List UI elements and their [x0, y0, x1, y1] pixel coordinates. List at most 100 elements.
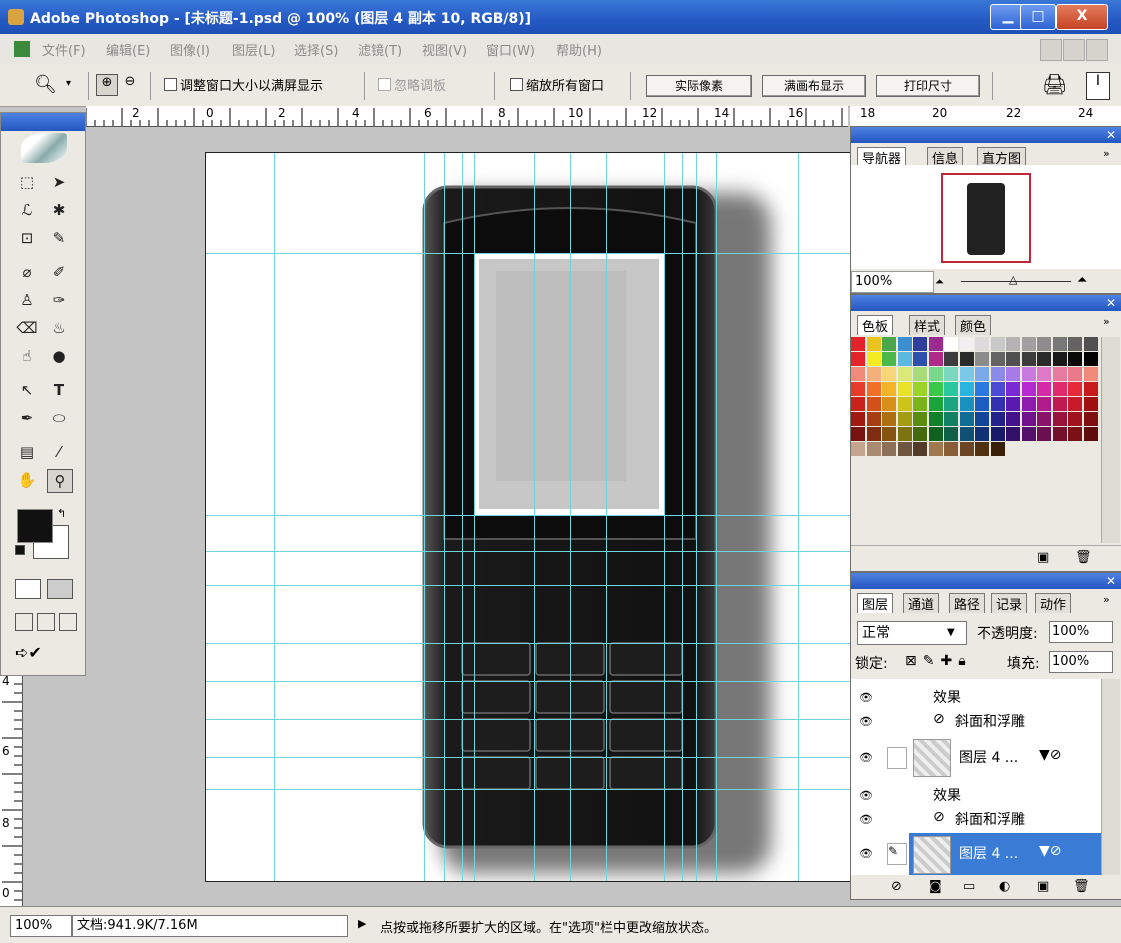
color-swatch[interactable]: [851, 427, 865, 441]
eye-icon[interactable]: 👁︎: [859, 691, 875, 704]
color-swatch[interactable]: [1021, 397, 1036, 411]
fit-window-checkbox[interactable]: [164, 78, 177, 91]
color-swatch[interactable]: [1083, 352, 1098, 366]
color-swatch[interactable]: [928, 397, 943, 411]
color-swatch[interactable]: [959, 352, 974, 366]
color-swatch[interactable]: [928, 382, 943, 396]
tab-history[interactable]: 记录: [991, 593, 1028, 613]
color-swatch[interactable]: [882, 337, 896, 351]
eye-icon[interactable]: 👁︎: [859, 847, 875, 860]
color-swatch[interactable]: [897, 442, 912, 456]
color-swatch[interactable]: [959, 442, 974, 456]
color-swatch[interactable]: [975, 367, 989, 381]
swatches-scrollbar[interactable]: [1101, 337, 1120, 543]
color-swatch[interactable]: [897, 397, 912, 411]
color-swatch[interactable]: [1037, 427, 1051, 441]
color-swatch[interactable]: [1052, 382, 1067, 396]
color-swatch[interactable]: [1068, 337, 1082, 351]
eye-icon[interactable]: 👁︎: [859, 715, 875, 728]
color-swatch[interactable]: [1083, 382, 1098, 396]
color-swatch[interactable]: [944, 382, 958, 396]
color-swatch[interactable]: [959, 337, 974, 351]
color-swatch[interactable]: [944, 442, 958, 456]
swatch-grid[interactable]: [851, 337, 1099, 457]
new-group-icon[interactable]: ▭: [963, 879, 975, 894]
tab-paths[interactable]: 路径: [949, 593, 986, 613]
tab-actions[interactable]: 动作: [1035, 593, 1072, 613]
menu-layer[interactable]: 图层(L): [232, 40, 275, 59]
color-swatch[interactable]: [897, 412, 912, 426]
tab-color[interactable]: 颜色: [955, 315, 992, 335]
color-swatch[interactable]: [990, 367, 1005, 381]
magic-wand-icon[interactable]: ✱: [47, 199, 71, 221]
zoom-all-checkbox[interactable]: [510, 78, 523, 91]
doc-close-button[interactable]: [1086, 39, 1108, 61]
print-size-button[interactable]: 打印尺寸: [876, 75, 980, 97]
color-swatch[interactable]: [882, 352, 896, 366]
color-swatch[interactable]: [1052, 412, 1067, 426]
color-swatch[interactable]: [866, 337, 881, 351]
document-size[interactable]: 文档:941.9K/7.16M: [72, 915, 348, 937]
menu-view[interactable]: 视图(V): [422, 40, 467, 59]
color-swatch[interactable]: [1006, 427, 1020, 441]
navigator-zoom-field[interactable]: 100%: [851, 271, 934, 293]
blur-tool-icon[interactable]: ☝: [15, 345, 39, 367]
color-swatch[interactable]: [851, 412, 865, 426]
ellipse-tool-icon[interactable]: ⬭: [47, 407, 71, 429]
color-swatch[interactable]: [1021, 412, 1036, 426]
color-swatch[interactable]: [1068, 367, 1082, 381]
color-swatch[interactable]: [990, 337, 1005, 351]
color-swatch[interactable]: [882, 412, 896, 426]
color-swatch[interactable]: [990, 412, 1005, 426]
color-swatch[interactable]: [928, 442, 943, 456]
color-swatch[interactable]: [851, 397, 865, 411]
layer-effect-row[interactable]: 👁︎ ⊘ 斜面和浮雕: [851, 709, 1103, 733]
menu-edit[interactable]: 编辑(E): [106, 40, 150, 59]
clone-stamp-icon[interactable]: ♙: [15, 289, 39, 311]
color-swatch[interactable]: [1068, 382, 1082, 396]
color-swatch[interactable]: [882, 382, 896, 396]
color-swatch[interactable]: [975, 442, 989, 456]
color-swatch[interactable]: [866, 397, 881, 411]
layer-row[interactable]: 👁︎ 图层 4 ... ▼⊘: [851, 737, 1103, 779]
panel-close-icon[interactable]: ✕: [851, 127, 1121, 143]
color-swatch[interactable]: [1006, 412, 1020, 426]
color-swatch[interactable]: [866, 442, 881, 456]
adjustment-layer-icon[interactable]: ◐: [999, 879, 1010, 894]
color-swatch[interactable]: [897, 352, 912, 366]
hand-tool-icon[interactable]: ✋: [15, 469, 39, 491]
feather-logo-icon[interactable]: [21, 133, 67, 163]
color-swatch[interactable]: [975, 397, 989, 411]
opacity-field[interactable]: 100%: [1049, 621, 1113, 643]
color-swatch[interactable]: [990, 442, 1005, 456]
color-swatch[interactable]: [975, 352, 989, 366]
trash-icon[interactable]: 🗑︎: [1073, 879, 1090, 894]
path-select-icon[interactable]: ↖: [15, 379, 39, 401]
panel-menu-icon[interactable]: »: [1103, 593, 1110, 606]
pen-tool-icon[interactable]: ✒: [15, 407, 39, 429]
color-swatch[interactable]: [866, 412, 881, 426]
layers-scrollbar[interactable]: [1101, 679, 1120, 875]
move-tool-icon[interactable]: ➤: [47, 171, 71, 193]
healing-brush-icon[interactable]: ⌀: [15, 261, 39, 283]
color-swatch[interactable]: [866, 367, 881, 381]
color-swatch[interactable]: [975, 382, 989, 396]
menu-image[interactable]: 图像(I): [170, 40, 210, 59]
layer-row-selected[interactable]: 👁︎ ✎ 图层 4 ... ▼⊘: [851, 833, 1103, 875]
color-swatch[interactable]: [851, 367, 865, 381]
zoom-slider-thumb[interactable]: △: [1009, 273, 1017, 286]
tab-navigator[interactable]: 导航器: [857, 147, 907, 167]
color-swatch[interactable]: [913, 352, 927, 366]
color-swatch[interactable]: [944, 337, 958, 351]
menu-window[interactable]: 窗口(W): [486, 40, 535, 59]
color-swatch[interactable]: [928, 337, 943, 351]
zoom-out-small-icon[interactable]: ⏶: [935, 275, 944, 289]
color-swatch[interactable]: [1021, 427, 1036, 441]
color-swatch[interactable]: [944, 427, 958, 441]
color-swatch[interactable]: [897, 427, 912, 441]
navigator-view-box[interactable]: [941, 173, 1031, 263]
status-arrow-icon[interactable]: ▶: [358, 917, 366, 930]
color-swatch[interactable]: [866, 352, 881, 366]
doc-minimize-button[interactable]: [1040, 39, 1062, 61]
maximize-button[interactable]: □: [1020, 4, 1056, 30]
